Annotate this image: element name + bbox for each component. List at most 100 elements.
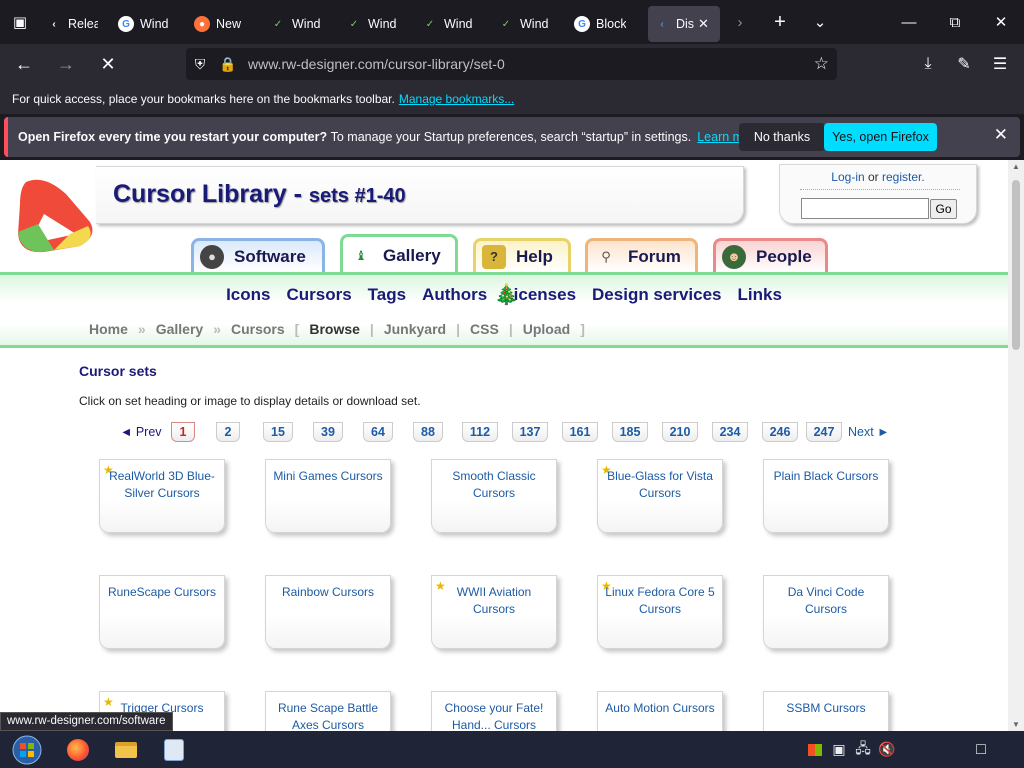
scroll-tabs-right-icon[interactable]: › bbox=[720, 0, 760, 44]
go-button[interactable]: Go bbox=[930, 199, 957, 219]
cursor-set-title[interactable]: Blue-Glass for Vista Cursors bbox=[602, 468, 718, 502]
page-246[interactable]: 246 bbox=[762, 422, 798, 442]
url-text[interactable]: www.rw-designer.com/cursor-library/set-0 bbox=[248, 56, 505, 72]
scrollbar-thumb[interactable] bbox=[1012, 180, 1020, 350]
start-button[interactable] bbox=[0, 731, 54, 768]
menu-icon[interactable]: ☰ bbox=[982, 44, 1018, 84]
page-161[interactable]: 161 bbox=[562, 422, 598, 442]
login-link[interactable]: Log-in bbox=[831, 170, 864, 184]
url-bar[interactable]: ⛨ 🔒 www.rw-designer.com/cursor-library/s… bbox=[186, 48, 837, 80]
cursor-set-title[interactable]: Choose your Fate! Hand... Cursors bbox=[436, 700, 552, 731]
forward-icon[interactable]: → bbox=[48, 48, 84, 80]
page-scrollbar[interactable]: ▲ ▼ bbox=[1008, 160, 1024, 731]
page-137[interactable]: 137 bbox=[512, 422, 548, 442]
tab-8[interactable]: G Block bbox=[568, 6, 644, 42]
firefox-taskbar-icon[interactable] bbox=[54, 731, 102, 768]
page-2[interactable]: 2 bbox=[216, 422, 240, 442]
scroll-down-icon[interactable]: ▼ bbox=[1008, 720, 1024, 729]
new-tab-icon[interactable]: + bbox=[760, 0, 800, 44]
scroll-up-icon[interactable]: ▲ bbox=[1008, 162, 1024, 171]
no-thanks-button[interactable]: No thanks bbox=[739, 123, 825, 151]
register-link[interactable]: register. bbox=[882, 170, 925, 184]
subnav-cursors[interactable]: Cursors bbox=[286, 285, 351, 305]
page-112[interactable]: 112 bbox=[462, 422, 498, 442]
cursor-set-card[interactable]: SSBM Cursors bbox=[763, 691, 889, 731]
subnav-design-services[interactable]: Design services bbox=[592, 285, 721, 305]
subnav-links[interactable]: Links bbox=[738, 285, 782, 305]
cursor-set-card[interactable]: Mini Games Cursors bbox=[265, 459, 391, 533]
page-247[interactable]: 247 bbox=[806, 422, 842, 442]
cursor-set-card[interactable]: Auto Motion Cursors bbox=[597, 691, 723, 731]
cursor-set-title[interactable]: Mini Games Cursors bbox=[270, 468, 386, 485]
tab-5[interactable]: ✓ Wind bbox=[340, 6, 416, 42]
cursor-set-title[interactable]: Da Vinci Code Cursors bbox=[768, 584, 884, 618]
cursor-set-title[interactable]: Auto Motion Cursors bbox=[602, 700, 718, 717]
tab-6[interactable]: ✓ Wind bbox=[416, 6, 492, 42]
subnav-authors[interactable]: Authors bbox=[422, 285, 487, 305]
tab-1[interactable]: ‹ Relea bbox=[40, 6, 112, 42]
prev-link[interactable]: ◄ Prev bbox=[120, 425, 162, 439]
close-window-icon[interactable]: ✕ bbox=[978, 0, 1024, 44]
tab-people[interactable]: ☻ People bbox=[713, 238, 828, 272]
search-input[interactable] bbox=[801, 198, 929, 219]
chevron-down-icon[interactable]: ⌄ bbox=[800, 0, 840, 44]
close-tab-icon[interactable]: ✕ bbox=[698, 16, 709, 32]
subnav-icons[interactable]: Icons bbox=[226, 285, 270, 305]
crumb-junkyard[interactable]: Junkyard bbox=[384, 321, 446, 337]
tab-9-active[interactable]: ‹ Dis ✕ bbox=[648, 6, 720, 42]
cursor-set-title[interactable]: Smooth Classic Cursors bbox=[436, 468, 552, 502]
cursor-set-card[interactable]: ★ Linux Fedora Core 5 Cursors bbox=[597, 575, 723, 649]
cursor-set-card[interactable]: Smooth Classic Cursors bbox=[431, 459, 557, 533]
yes-open-firefox-button[interactable]: Yes, open Firefox bbox=[824, 123, 937, 151]
tab-software[interactable]: ● Software bbox=[191, 238, 325, 272]
flag-tray-icon[interactable] bbox=[804, 731, 826, 768]
page-1[interactable]: 1 bbox=[171, 422, 195, 442]
list-all-tabs-icon[interactable]: ▣ bbox=[0, 0, 40, 44]
crumb-cursors[interactable]: Cursors bbox=[231, 321, 285, 337]
cursor-set-title[interactable]: RealWorld 3D Blue-Silver Cursors bbox=[104, 468, 220, 502]
tab-gallery[interactable]: ♝ Gallery bbox=[340, 234, 458, 274]
action-center-icon[interactable]: □ bbox=[970, 731, 992, 768]
bookmark-star-icon[interactable]: ☆ bbox=[814, 54, 829, 74]
page-185[interactable]: 185 bbox=[612, 422, 648, 442]
cursor-set-card[interactable]: ★ RealWorld 3D Blue-Silver Cursors bbox=[99, 459, 225, 533]
file-explorer-icon[interactable] bbox=[102, 731, 150, 768]
page-234[interactable]: 234 bbox=[712, 422, 748, 442]
maximize-icon[interactable]: ⧉ bbox=[932, 0, 978, 44]
tab-forum[interactable]: ⚲ Forum bbox=[585, 238, 698, 272]
stop-loading-icon[interactable]: ✕ bbox=[90, 48, 126, 80]
cursor-set-title[interactable]: Plain Black Cursors bbox=[768, 468, 884, 485]
cursor-set-title[interactable]: Linux Fedora Core 5 Cursors bbox=[602, 584, 718, 618]
cursor-set-card[interactable]: Choose your Fate! Hand... Cursors bbox=[431, 691, 557, 731]
page-210[interactable]: 210 bbox=[662, 422, 698, 442]
cursor-set-title[interactable]: Rainbow Cursors bbox=[270, 584, 386, 601]
tab-2[interactable]: G Wind bbox=[112, 6, 188, 42]
page-64[interactable]: 64 bbox=[363, 422, 393, 442]
subnav-tags[interactable]: Tags bbox=[368, 285, 406, 305]
display-tray-icon[interactable]: ▣ bbox=[828, 731, 850, 768]
volume-muted-icon[interactable]: 🔇 bbox=[876, 731, 898, 768]
page-88[interactable]: 88 bbox=[413, 422, 443, 442]
crumb-home[interactable]: Home bbox=[89, 321, 128, 337]
tab-4[interactable]: ✓ Wind bbox=[264, 6, 340, 42]
shield-icon[interactable]: ⛨ bbox=[186, 56, 214, 73]
cursor-set-card[interactable]: Rune Scape Battle Axes Cursors bbox=[265, 691, 391, 731]
close-notification-icon[interactable]: ✕ bbox=[994, 125, 1008, 145]
tab-3[interactable]: ● New bbox=[188, 6, 264, 42]
cursor-set-card[interactable]: Rainbow Cursors bbox=[265, 575, 391, 649]
back-icon[interactable]: ← bbox=[6, 48, 42, 80]
cursor-set-title[interactable]: Rune Scape Battle Axes Cursors bbox=[270, 700, 386, 731]
cursor-set-card[interactable]: RuneScape Cursors bbox=[99, 575, 225, 649]
lock-icon[interactable]: 🔒 bbox=[214, 56, 242, 73]
page-39[interactable]: 39 bbox=[313, 422, 343, 442]
crumb-upload[interactable]: Upload bbox=[523, 321, 570, 337]
cursor-set-card[interactable]: ★ WWII Aviation Cursors bbox=[431, 575, 557, 649]
minimize-icon[interactable]: — bbox=[886, 0, 932, 44]
cursor-set-title[interactable]: RuneScape Cursors bbox=[104, 584, 220, 601]
tab-help[interactable]: ? Help bbox=[473, 238, 571, 272]
crumb-gallery[interactable]: Gallery bbox=[156, 321, 203, 337]
download-icon[interactable]: ⤓ bbox=[910, 44, 946, 84]
app-taskbar-icon[interactable] bbox=[150, 731, 198, 768]
tab-7[interactable]: ✓ Wind bbox=[492, 6, 568, 42]
cursor-set-card[interactable]: Plain Black Cursors bbox=[763, 459, 889, 533]
